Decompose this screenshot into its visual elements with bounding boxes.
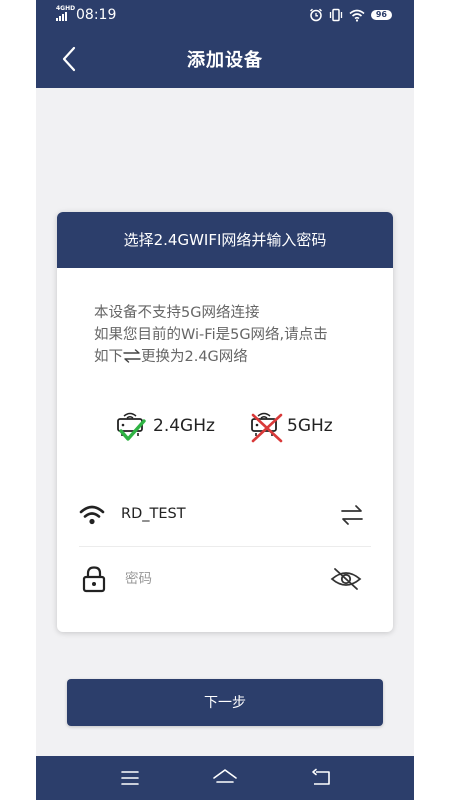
router-check-icon bbox=[117, 412, 146, 441]
page-title: 添加设备 bbox=[187, 50, 263, 71]
band-label-5ghz: 5GHz bbox=[287, 416, 333, 436]
swap-network-button[interactable] bbox=[339, 502, 365, 528]
battery-icon: 96 bbox=[370, 10, 392, 20]
swap-icon bbox=[341, 505, 363, 525]
vibrate-icon bbox=[329, 8, 343, 22]
home-icon[interactable] bbox=[211, 766, 239, 790]
swap-icon bbox=[123, 349, 141, 363]
ssid-name: RD_TEST bbox=[121, 506, 186, 522]
status-bar: 4GHD 08:19 96 bbox=[36, 0, 414, 30]
eye-off-icon bbox=[330, 568, 362, 590]
notice-line-1: 本设备不支持5G网络连接 bbox=[94, 305, 260, 321]
wifi-icon bbox=[349, 9, 365, 22]
router-cross-icon bbox=[251, 412, 283, 443]
alarm-icon bbox=[309, 8, 322, 22]
band-2-4ghz: 2.4GHz bbox=[113, 408, 215, 444]
card-title: 选择2.4GWIFI网络并输入密码 bbox=[57, 212, 393, 268]
divider bbox=[79, 546, 371, 547]
password-input[interactable] bbox=[125, 564, 315, 594]
wifi-icon bbox=[79, 505, 105, 525]
password-row bbox=[79, 556, 371, 600]
app-screen: 4GHD 08:19 96 添加设备 选择2.4GWIFI网络并输入密码 本设备… bbox=[36, 0, 414, 800]
band-notice: 本设备不支持5G网络连接 如果您目前的Wi-Fi是5G网络,请点击 如下 更换为2… bbox=[94, 302, 384, 368]
band-label-2-4ghz: 2.4GHz bbox=[153, 416, 215, 436]
menu-icon[interactable] bbox=[116, 766, 144, 790]
top-bar: 4GHD 08:19 96 添加设备 bbox=[36, 0, 414, 88]
clock: 08:19 bbox=[76, 7, 117, 23]
toggle-password-visibility-button[interactable] bbox=[329, 566, 363, 592]
notice-line-3: 如下 更换为2.4G网络 bbox=[94, 349, 248, 365]
signal-icon bbox=[56, 12, 67, 21]
next-button[interactable]: 下一步 bbox=[67, 679, 383, 726]
notice-line-2: 如果您目前的Wi-Fi是5G网络,请点击 bbox=[94, 327, 328, 343]
navigation-bar bbox=[36, 756, 414, 800]
ssid-row: RD_TEST bbox=[79, 494, 371, 538]
back-nav-icon[interactable] bbox=[308, 766, 336, 790]
wifi-setup-card: 选择2.4GWIFI网络并输入密码 本设备不支持5G网络连接 如果您目前的Wi-… bbox=[57, 212, 393, 632]
status-icons: 96 bbox=[309, 6, 392, 24]
lock-icon bbox=[82, 566, 106, 593]
band-5ghz: 5GHz bbox=[247, 408, 333, 444]
